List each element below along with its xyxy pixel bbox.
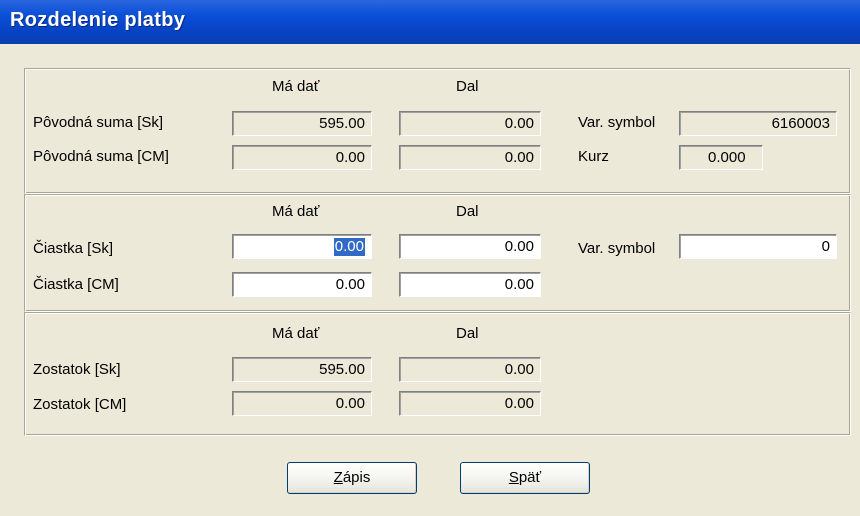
back-button-mnemonic: S [508, 469, 519, 486]
amount-col-debit-header: Má dať [272, 203, 320, 220]
rate-field[interactable]: 0.000 [679, 145, 763, 170]
amount-sk-debit-selected-text: 0.00 [333, 238, 365, 256]
back-button-label-rest: päť [518, 469, 542, 486]
remainder-cm-label: Zostatok [CM] [33, 396, 127, 413]
original-cm-debit-field[interactable]: 0.00 [232, 145, 372, 170]
rate-label: Kurz [578, 148, 609, 165]
original-col-debit-header: Má dať [272, 78, 320, 95]
amount-cm-debit-input[interactable]: 0.00 [232, 272, 372, 297]
original-var-symbol-field[interactable]: 6160003 [679, 111, 837, 136]
original-cm-label: Pôvodná suma [CM] [33, 148, 169, 165]
window-title: Rozdelenie platby [10, 9, 186, 31]
save-button-mnemonic: Z [333, 469, 343, 486]
remainder-col-credit-header: Dal [456, 325, 479, 342]
original-col-credit-header: Dal [456, 78, 479, 95]
original-var-symbol-label: Var. symbol [578, 114, 656, 131]
amount-sk-debit-input[interactable]: 0.00 [232, 234, 372, 259]
amount-sk-label: Čiastka [Sk] [33, 240, 114, 257]
amount-cm-credit-input[interactable]: 0.00 [399, 272, 541, 297]
original-cm-credit-field[interactable]: 0.00 [399, 145, 541, 170]
amount-sk-credit-input[interactable]: 0.00 [399, 234, 541, 259]
remainder-sk-credit-field[interactable]: 0.00 [399, 357, 541, 382]
save-button-label-rest: ápis [342, 469, 371, 486]
original-sk-credit-field[interactable]: 0.00 [399, 111, 541, 136]
amount-cm-label: Čiastka [CM] [33, 276, 119, 293]
amount-col-credit-header: Dal [456, 203, 479, 220]
remainder-cm-debit-field[interactable]: 0.00 [232, 391, 372, 416]
remainder-cm-credit-field[interactable]: 0.00 [399, 391, 541, 416]
remainder-sk-debit-field[interactable]: 595.00 [232, 357, 372, 382]
original-sk-debit-field[interactable]: 595.00 [232, 111, 372, 136]
title-bar[interactable]: Rozdelenie platby [0, 0, 860, 44]
amount-var-symbol-label: Var. symbol [578, 240, 656, 257]
save-button[interactable]: Zápis [287, 462, 417, 494]
back-button[interactable]: Späť [460, 462, 590, 494]
amount-var-symbol-input[interactable]: 0 [679, 234, 837, 259]
remainder-sk-label: Zostatok [Sk] [33, 361, 121, 378]
original-sk-label: Pôvodná suma [Sk] [33, 114, 164, 131]
remainder-col-debit-header: Má dať [272, 325, 320, 342]
